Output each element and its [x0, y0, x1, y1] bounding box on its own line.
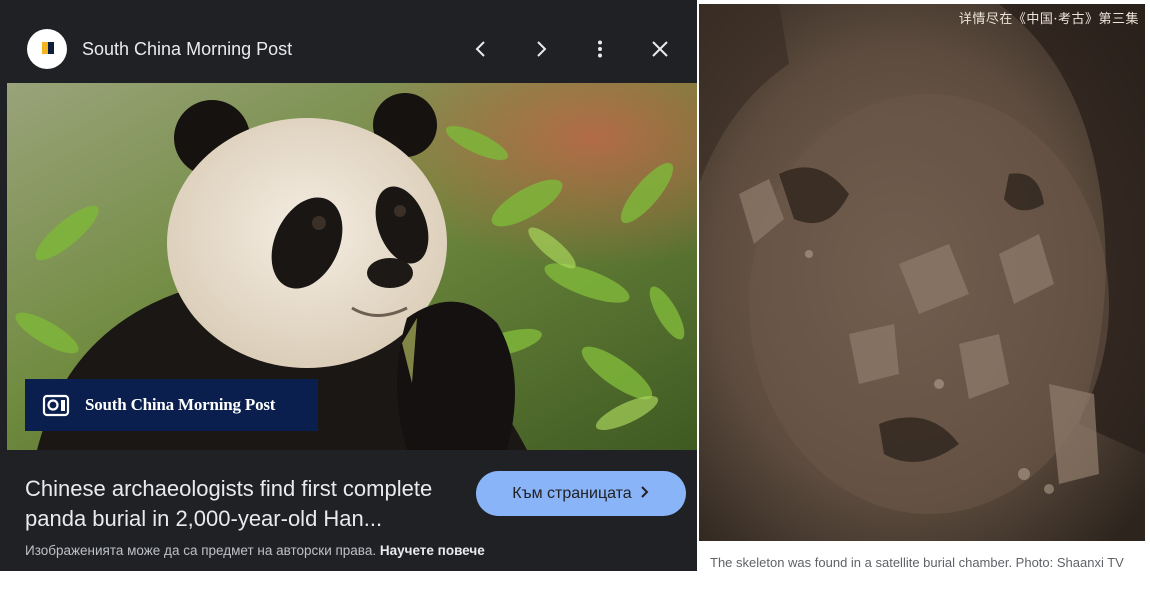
- visit-page-button[interactable]: Към страницата: [476, 471, 686, 516]
- close-icon[interactable]: [643, 32, 677, 66]
- more-vert-icon[interactable]: [583, 32, 617, 66]
- chevron-right-icon: [640, 485, 650, 503]
- photo-caption: The skeleton was found in a satellite bu…: [710, 555, 1124, 570]
- article-headline[interactable]: Chinese archaeologists find first comple…: [25, 474, 465, 534]
- badge-text: South China Morning Post: [85, 395, 276, 414]
- forward-icon[interactable]: [524, 32, 558, 66]
- learn-more-link[interactable]: Научете повече: [380, 543, 485, 558]
- lens-icon[interactable]: [35, 384, 77, 426]
- skeleton-photo: 详情尽在《中国·考古》第三集: [699, 4, 1145, 541]
- back-icon[interactable]: [464, 32, 498, 66]
- viewer-topbar: South China Morning Post: [0, 0, 697, 83]
- site-logo-icon[interactable]: [27, 29, 67, 69]
- visit-page-label: Към страницата: [512, 484, 632, 502]
- site-name[interactable]: South China Morning Post: [82, 38, 292, 60]
- copyright-notice: Изображенията може да са предмет на авто…: [25, 543, 485, 558]
- copyright-text: Изображенията може да са предмет на авто…: [25, 543, 377, 558]
- source-badge: South China Morning Post: [25, 379, 318, 431]
- image-viewer-panel: South China Morning Post South China Mor…: [0, 0, 697, 571]
- video-watermark: 详情尽在《中国·考古》第三集: [958, 12, 1139, 27]
